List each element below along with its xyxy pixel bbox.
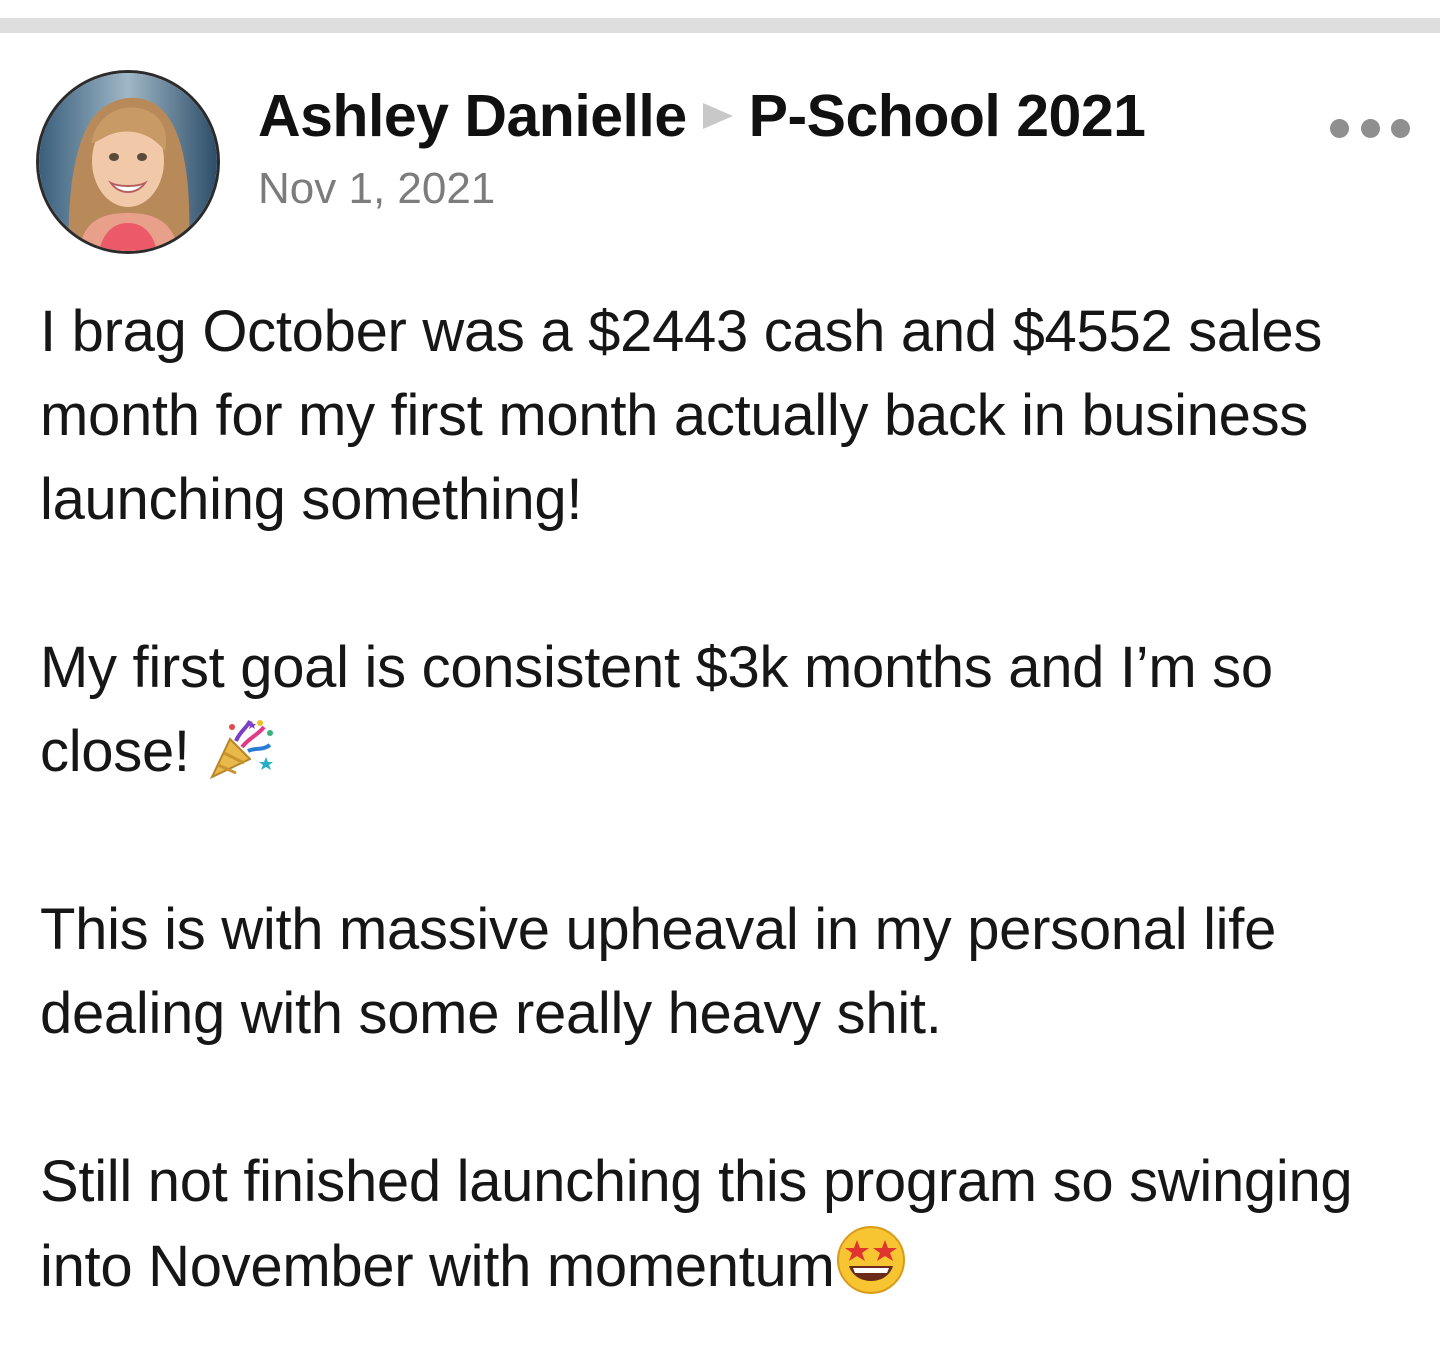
more-horizontal-icon: [1330, 118, 1349, 138]
more-options-button[interactable]: [1330, 112, 1410, 144]
top-divider: [0, 18, 1440, 33]
more-horizontal-icon: [1360, 118, 1380, 138]
right-triangle-icon: [701, 101, 735, 131]
more-horizontal-icon: [1391, 118, 1410, 138]
post-paragraph: This is with massive upheaval in my pers…: [40, 897, 1277, 1046]
avatar[interactable]: [36, 70, 220, 254]
post-paragraph: I brag October was a $2443 cash and $455…: [40, 299, 1323, 532]
post-body: I brag October was a $2443 cash and $455…: [40, 290, 1420, 1319]
author-name[interactable]: Ashley Danielle: [258, 82, 687, 150]
profile-photo: [39, 73, 217, 251]
post-date[interactable]: Nov 1, 2021: [258, 164, 495, 214]
star-struck-icon: [835, 1224, 907, 1319]
post-paragraph: Still not finished launching this progra…: [40, 1140, 1420, 1319]
party-popper-icon: [206, 717, 278, 804]
group-name[interactable]: P-School 2021: [749, 82, 1146, 150]
post-paragraph: My first goal is consistent $3k months a…: [40, 626, 1420, 804]
post-header: Ashley Danielle P-School 2021: [258, 82, 1146, 150]
